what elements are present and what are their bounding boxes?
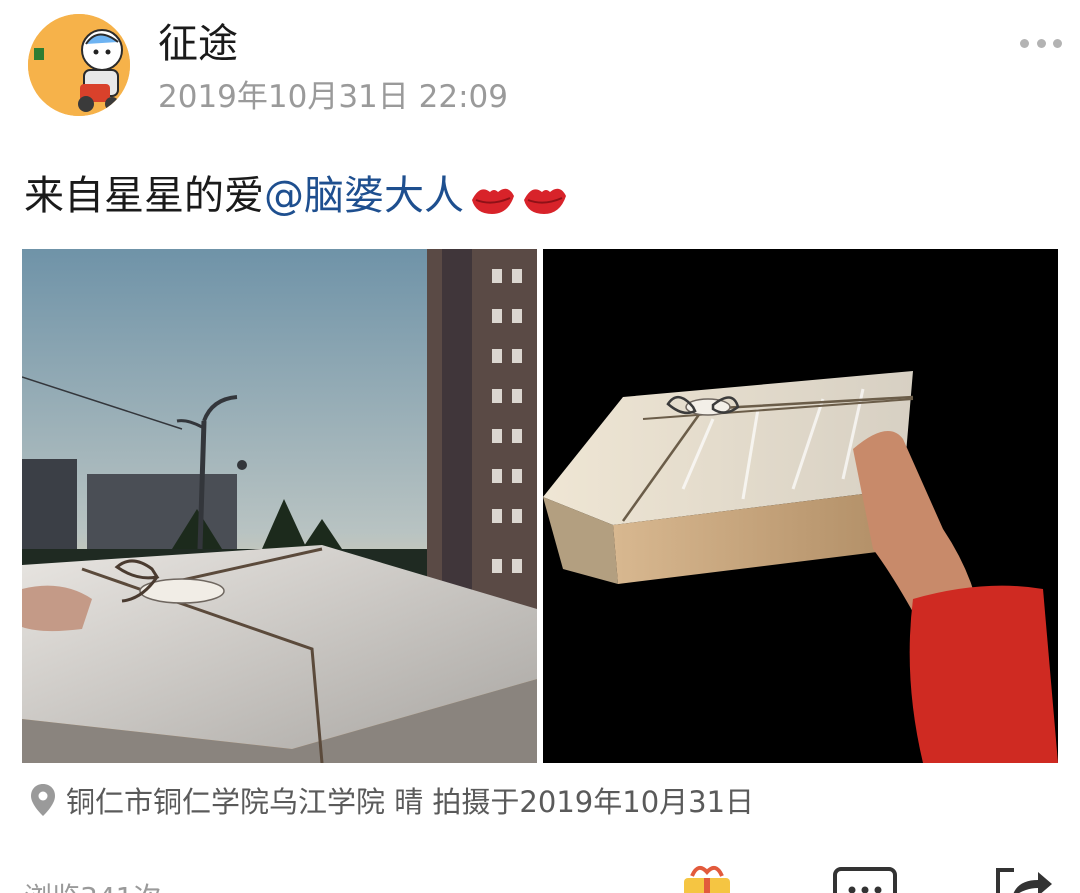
photo-gift-box-sunset[interactable] <box>22 249 537 763</box>
location-row[interactable]: 铜仁市铜仁学院乌江学院 晴 拍摄于2019年10月31日 <box>30 778 754 822</box>
view-count: 浏览341次 <box>24 878 161 893</box>
kiss-lips-icon <box>524 188 566 214</box>
more-icon[interactable] <box>1020 30 1062 56</box>
more-dot <box>1020 38 1029 48</box>
mention-link[interactable]: @脑婆大人 <box>264 173 464 219</box>
comment-icon[interactable] <box>832 866 898 893</box>
share-icon[interactable] <box>992 864 1056 893</box>
post-text: 来自星星的爱@脑婆大人 <box>24 168 568 224</box>
avatar[interactable] <box>28 14 130 116</box>
kiss-lips-icon <box>472 188 514 214</box>
photo-1-image <box>22 249 537 763</box>
location-pin-icon <box>31 784 55 816</box>
gift-icon[interactable] <box>678 862 736 893</box>
post-timestamp: 2019年10月31日 22:09 <box>158 79 508 115</box>
post-header: 征途 2019年10月31日 22:09 <box>0 0 1080 130</box>
location-text: 铜仁市铜仁学院乌江学院 晴 拍摄于2019年10月31日 <box>66 785 755 819</box>
photo-2-image <box>543 249 1058 763</box>
photo-gift-box-night[interactable] <box>543 249 1058 763</box>
more-dot <box>1053 38 1062 48</box>
more-dot <box>1036 38 1046 48</box>
avatar-illustration <box>28 14 130 116</box>
post-footer: 浏览341次 <box>0 858 1080 893</box>
post-body-text: 来自星星的爱 <box>24 173 264 219</box>
author-name[interactable]: 征途 <box>158 18 238 70</box>
